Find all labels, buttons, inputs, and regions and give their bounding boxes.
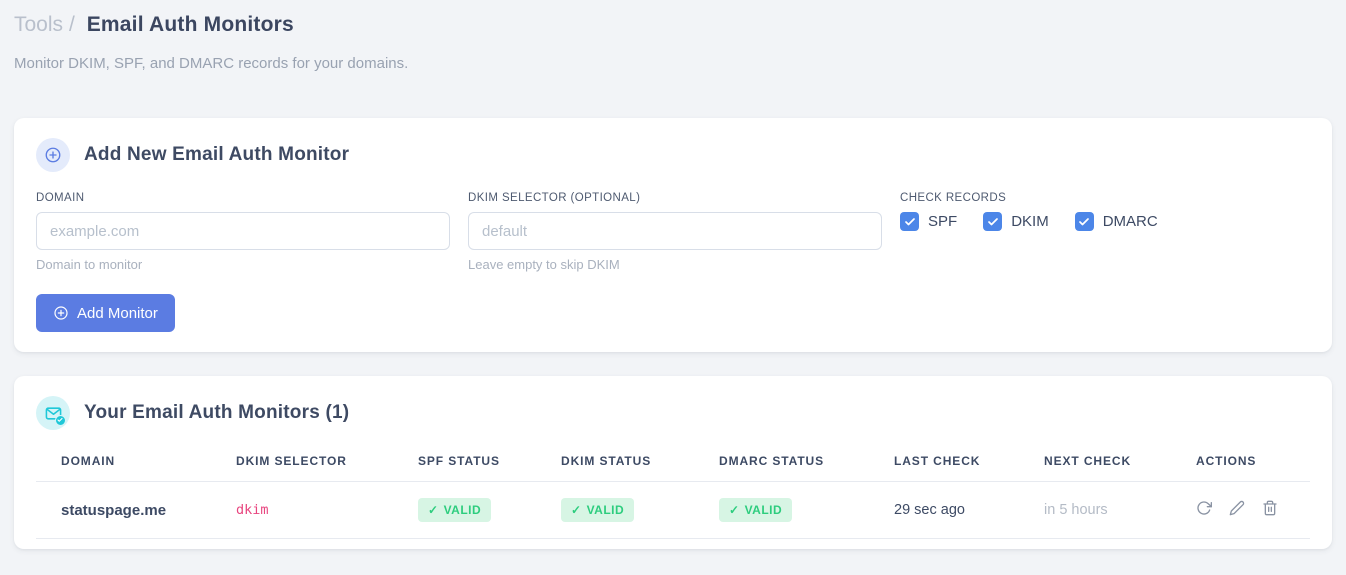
dmarc-checkbox-label: DMARC [1102,213,1158,230]
spf-checkbox[interactable]: SPF [900,212,957,231]
check-icon: ✓ [571,503,582,517]
add-monitor-card-title: Add New Email Auth Monitor [84,144,350,165]
table-row: statuspage.me dkim ✓ VALID ✓ VALID ✓ VAL… [36,481,1310,539]
check-records-group: SPF DKIM DMARC [900,212,1158,231]
domain-input[interactable] [36,212,450,250]
column-header-dmarc-status: DMARC STATUS [694,444,869,482]
dkim-selector-field: DKIM SELECTOR (OPTIONAL) Leave empty to … [468,192,882,272]
dmarc-status-badge: ✓ VALID [719,498,793,522]
spf-status-label: VALID [443,503,482,517]
add-monitor-card-header: Add New Email Auth Monitor [36,138,1310,172]
add-monitor-button[interactable]: Add Monitor [36,294,175,332]
email-auth-monitors-page: Tools / Email Auth Monitors Monitor DKIM,… [0,0,1346,549]
dkim-status-cell: ✓ VALID [536,481,694,539]
page-subtitle: Monitor DKIM, SPF, and DMARC records for… [14,55,409,72]
actions-cell [1171,481,1310,539]
column-header-last-check: LAST CHECK [869,444,1019,482]
checkbox-checked-icon [983,212,1003,231]
breadcrumb-separator: / [69,13,75,36]
column-header-dkim-selector: DKIM SELECTOR [211,444,393,482]
checkbox-checked-icon [900,212,919,231]
page-title: Email Auth Monitors [86,13,294,36]
domain-field-label: DOMAIN [36,192,85,204]
dkim-checkbox[interactable]: DKIM [983,212,1049,231]
envelope-check-icon [36,396,70,430]
last-check-cell: 29 sec ago [869,481,1019,539]
spf-status-cell: ✓ VALID [393,481,536,539]
dkim-selector-field-hint: Leave empty to skip DKIM [468,257,620,272]
plus-circle-icon [36,138,70,172]
dkim-checkbox-label: DKIM [1011,213,1049,230]
edit-button[interactable] [1229,500,1245,516]
dmarc-status-cell: ✓ VALID [694,481,869,539]
dkim-status-badge: ✓ VALID [561,498,635,522]
column-header-spf-status: SPF STATUS [393,444,536,482]
monitors-card-header: Your Email Auth Monitors (1) [36,396,1310,430]
breadcrumb: Tools / Email Auth Monitors [14,12,1332,38]
monitors-list-card: Your Email Auth Monitors (1) DOMAIN DKIM… [14,376,1332,549]
delete-button[interactable] [1262,500,1278,516]
monitor-domain: statuspage.me [36,481,211,539]
next-check-cell: in 5 hours [1019,481,1171,539]
dmarc-status-label: VALID [744,503,783,517]
dkim-selector-input[interactable] [468,212,882,250]
spf-status-badge: ✓ VALID [418,498,492,522]
column-header-actions: ACTIONS [1171,444,1310,482]
add-monitor-card: Add New Email Auth Monitor DOMAIN Domain… [14,118,1332,352]
check-icon: ✓ [729,503,740,517]
domain-field: DOMAIN Domain to monitor [36,192,450,272]
checkbox-checked-icon [1074,212,1094,231]
check-icon: ✓ [428,503,439,517]
column-header-next-check: NEXT CHECK [1019,444,1171,482]
refresh-button[interactable] [1196,500,1212,516]
add-monitor-form: DOMAIN Domain to monitor DKIM SELECTOR (… [36,192,1310,272]
breadcrumb-tools-link[interactable]: Tools [14,13,63,36]
domain-field-hint: Domain to monitor [36,257,143,272]
check-records-label: CHECK RECORDS [900,192,1007,204]
check-records-field: CHECK RECORDS SPF DKIM DMARC [900,192,1158,272]
refresh-icon [1197,501,1212,515]
spf-checkbox-label: SPF [928,213,958,230]
dmarc-checkbox[interactable]: DMARC [1074,212,1158,231]
dkim-status-label: VALID [586,503,625,517]
column-header-domain: DOMAIN [36,444,211,482]
monitors-table: DOMAIN DKIM SELECTOR SPF STATUS DKIM STA… [36,444,1310,539]
add-monitor-button-label: Add Monitor [77,304,158,322]
monitors-card-title: Your Email Auth Monitors (1) [84,402,350,423]
dkim-selector-value: dkim [236,502,269,518]
trash-icon [1263,500,1277,516]
table-header-row: DOMAIN DKIM SELECTOR SPF STATUS DKIM STA… [36,444,1310,482]
check-dot-icon [54,414,66,426]
column-header-dkim-status: DKIM STATUS [536,444,694,482]
dkim-selector-field-label: DKIM SELECTOR (OPTIONAL) [468,192,641,204]
monitor-dkim-selector-cell: dkim [211,481,393,539]
pencil-icon [1229,500,1245,516]
plus-circle-icon [53,305,69,321]
